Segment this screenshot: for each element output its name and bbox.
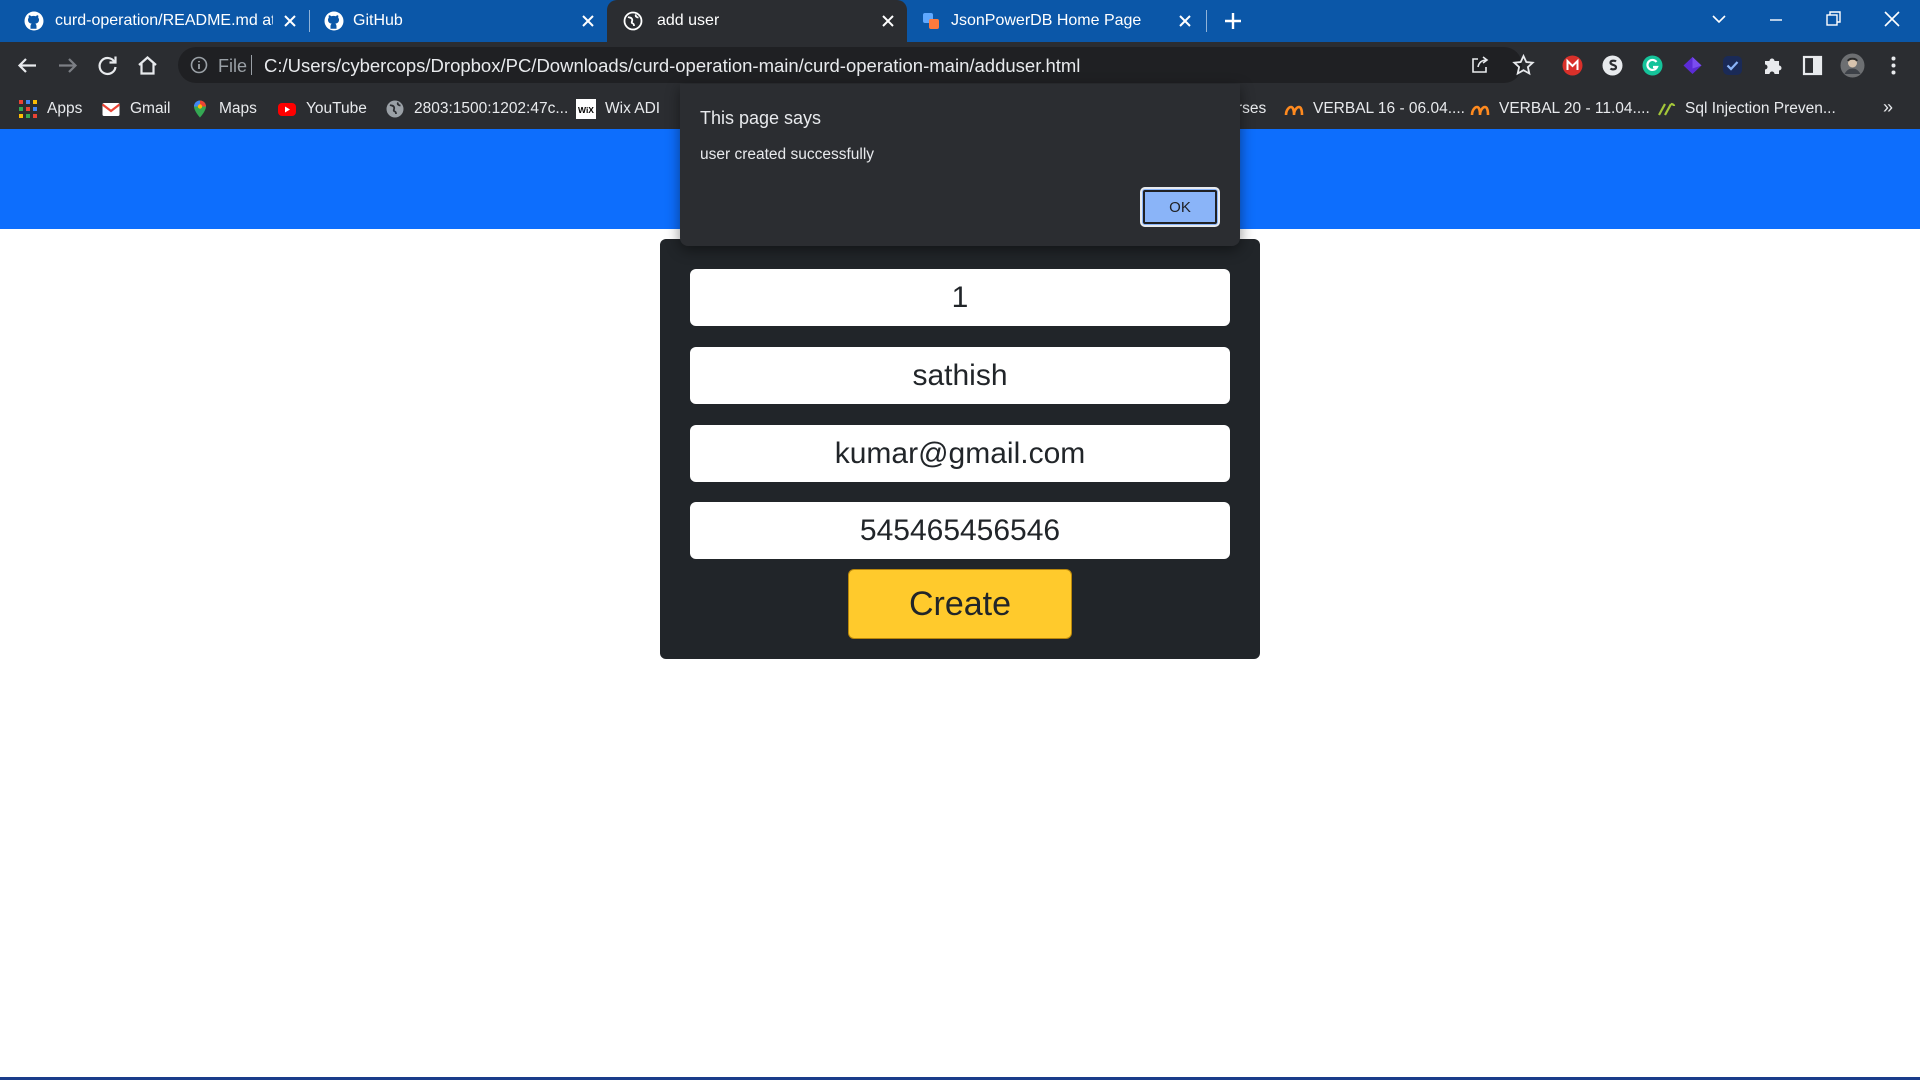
phone-field[interactable] (690, 502, 1230, 559)
check-extension-icon[interactable] (1719, 52, 1746, 79)
bookmark-label: rses (1237, 100, 1267, 117)
minimize-icon[interactable] (1766, 10, 1786, 30)
bookmark-label: Apps (47, 100, 83, 117)
side-panel-icon[interactable] (1799, 52, 1826, 79)
id-field[interactable] (690, 269, 1230, 326)
window-close-icon[interactable] (1881, 8, 1903, 30)
bookmark-label: YouTube (306, 100, 367, 117)
gmail-icon (101, 99, 121, 119)
bookmark-label: Wix ADI (605, 100, 661, 117)
maps-pin-icon (190, 99, 210, 119)
alert-message: user created successfully (700, 146, 875, 163)
globe-icon (385, 99, 405, 119)
bookmark-label: 2803:1500:1202:47c... (414, 100, 569, 117)
reload-icon[interactable] (94, 52, 121, 79)
new-tab-icon[interactable] (1222, 10, 1244, 32)
scheme-label: File (218, 56, 248, 76)
close-icon[interactable] (281, 12, 299, 30)
alert-dialog: This page says user created successfully… (680, 84, 1240, 246)
bookmark-label: Maps (219, 100, 257, 117)
github-icon (324, 11, 344, 31)
close-icon[interactable] (579, 12, 597, 30)
tab-github[interactable]: GitHub (300, 0, 607, 42)
purple-extension-icon[interactable] (1679, 52, 1706, 79)
home-icon[interactable] (134, 52, 161, 79)
tab-jsonpowerdb[interactable]: JsonPowerDB Home Page (907, 0, 1207, 42)
forward-arrow-icon[interactable] (54, 52, 81, 79)
mcafee-extension-icon[interactable] (1559, 52, 1586, 79)
ok-button[interactable]: OK (1140, 187, 1220, 227)
tab-title: add user (657, 12, 720, 29)
browser-toolbar: File C:/Users/cybercops/Dropbox/PC/Downl… (0, 42, 1920, 89)
bookmark-logo-icon (1284, 99, 1304, 119)
bookmark-logo-icon (1656, 99, 1676, 119)
restore-icon[interactable] (1823, 9, 1843, 29)
bookmark-label: VERBAL 20 - 11.04.... (1499, 100, 1650, 117)
create-button[interactable]: Create (848, 569, 1072, 639)
wix-icon: WiX (576, 99, 596, 119)
youtube-icon (277, 99, 297, 119)
more-bookmarks-chevron[interactable]: » (1883, 97, 1893, 118)
jsonpowerdb-icon (921, 11, 941, 31)
bookmark-label: VERBAL 16 - 06.04.... (1313, 100, 1465, 117)
bookmark-label: Gmail (130, 100, 171, 117)
tab-title: JsonPowerDB Home Page (951, 12, 1142, 29)
email-field[interactable] (690, 425, 1230, 482)
omnibox-divider (251, 55, 252, 75)
tab-strip: curd-operation/README.md at m GitHub add… (0, 0, 1920, 42)
url-text[interactable]: C:/Users/cybercops/Dropbox/PC/Downloads/… (264, 55, 1080, 77)
tab-title: GitHub (353, 12, 403, 29)
github-icon (24, 11, 44, 31)
alert-title: This page says (700, 108, 822, 128)
close-icon[interactable] (1176, 12, 1194, 30)
info-icon[interactable] (190, 56, 208, 74)
bookmark-logo-icon (1470, 99, 1490, 119)
share-icon[interactable] (1470, 55, 1490, 75)
tab-search-chevron-icon[interactable] (1710, 12, 1728, 26)
address-bar[interactable]: File C:/Users/cybercops/Dropbox/PC/Downl… (178, 47, 1522, 83)
s-extension-icon[interactable] (1599, 52, 1626, 79)
name-field[interactable] (690, 347, 1230, 404)
profile-avatar-icon[interactable] (1839, 52, 1866, 79)
tab-readme[interactable]: curd-operation/README.md at m (0, 0, 300, 42)
svg-text:WiX: WiX (578, 105, 594, 115)
back-arrow-icon[interactable] (14, 52, 41, 79)
add-user-form: Create (660, 239, 1260, 659)
puzzle-icon[interactable] (1759, 52, 1786, 79)
tab-title: curd-operation/README.md at m (55, 12, 273, 29)
menu-kebab-icon[interactable] (1880, 52, 1907, 79)
close-icon[interactable] (879, 12, 897, 30)
bookmark-label: Sql Injection Preven... (1685, 100, 1836, 117)
star-icon[interactable] (1510, 52, 1537, 79)
tab-separator (1206, 10, 1207, 32)
tab-add-user[interactable]: add user (607, 0, 907, 42)
apps-grid-icon (18, 99, 38, 119)
globe-icon (623, 11, 643, 31)
grammarly-icon[interactable] (1639, 52, 1666, 79)
